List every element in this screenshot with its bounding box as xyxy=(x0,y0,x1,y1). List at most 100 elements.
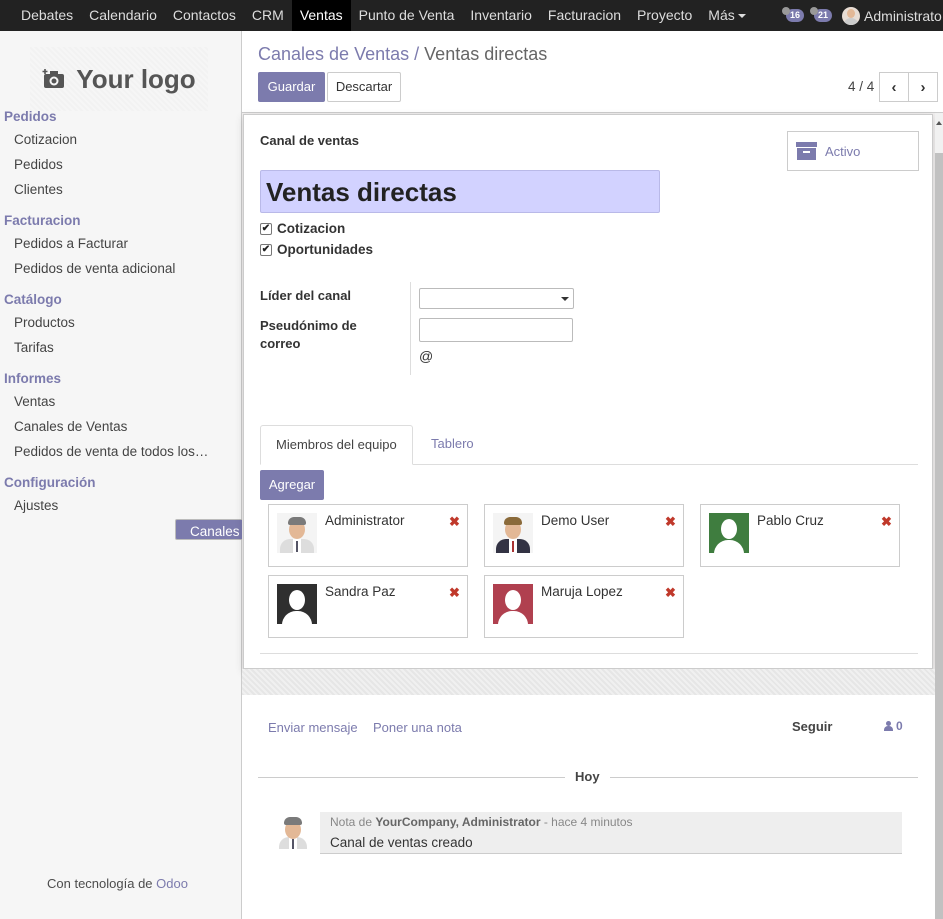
opportunities-checkbox[interactable]: ✔ Oportunidades xyxy=(260,242,373,257)
powered-prefix: Con tecnología de xyxy=(47,876,157,891)
scrollbar[interactable] xyxy=(935,113,943,919)
chevron-right-icon: › xyxy=(920,78,926,96)
field-separator xyxy=(410,282,411,375)
discard-button[interactable]: Descartar xyxy=(327,72,401,102)
chevron-down-icon xyxy=(737,13,746,18)
messages-systray[interactable]: 16 xyxy=(782,7,805,22)
camera-icon xyxy=(42,69,65,88)
sidebar-item-canales-report[interactable]: Canales de Ventas xyxy=(0,415,241,439)
sidebar: Your logo Pedidos Cotizacion Pedidos Cli… xyxy=(0,31,330,919)
sidebar-item-ajustes[interactable]: Ajustes xyxy=(0,494,241,518)
alias-input[interactable] xyxy=(419,318,573,342)
menu-ventas[interactable]: Ventas xyxy=(291,0,351,31)
member-name: Demo User xyxy=(541,513,610,528)
member-name: Maruja Lopez xyxy=(541,584,623,599)
sidebar-section-informes: Informes xyxy=(4,371,62,386)
sidebar-item-pedidos[interactable]: Pedidos xyxy=(0,153,241,177)
quotation-label: Cotizacion xyxy=(277,221,346,236)
member-name: Pablo Cruz xyxy=(757,513,824,528)
member-avatar xyxy=(277,513,317,553)
scrollbar-thumb[interactable] xyxy=(935,153,943,919)
checkmark-icon: ✔ xyxy=(260,222,272,235)
menu-inventario[interactable]: Inventario xyxy=(462,0,539,31)
member-card[interactable]: Sandra Paz ✖ xyxy=(268,575,468,638)
message-prefix: Nota de xyxy=(330,815,376,829)
scroll-up-icon[interactable] xyxy=(936,121,942,125)
member-avatar xyxy=(709,513,749,553)
sidebar-section-catalogo: Catálogo xyxy=(4,292,62,307)
tab-dashboard[interactable]: Tablero xyxy=(416,425,489,465)
remove-icon[interactable]: ✖ xyxy=(665,514,676,530)
remove-icon[interactable]: ✖ xyxy=(449,585,460,601)
systray: 16 21 Administrato xyxy=(782,0,942,31)
odoo-link[interactable]: Odoo xyxy=(156,876,188,891)
chevron-down-icon xyxy=(561,297,569,301)
sidebar-item-clientes[interactable]: Clientes xyxy=(0,178,241,202)
menu-calendario[interactable]: Calendario xyxy=(81,0,165,31)
chat-icon xyxy=(810,7,819,15)
active-toggle-button[interactable]: Activo xyxy=(787,131,919,171)
menu-proyecto[interactable]: Proyecto xyxy=(629,0,700,31)
sidebar-section-facturacion: Facturacion xyxy=(4,213,81,228)
bell-icon xyxy=(782,7,790,15)
menu-contactos[interactable]: Contactos xyxy=(165,0,244,31)
date-separator-label: Hoy xyxy=(565,769,610,784)
form-view: Canal de ventas Activo Ventas directas ✔… xyxy=(242,113,943,919)
alias-at-sign: @ xyxy=(419,348,434,364)
follow-button[interactable]: Seguir xyxy=(792,719,832,734)
powered-by: Con tecnología de Odoo xyxy=(47,876,188,891)
sidebar-item-productos[interactable]: Productos xyxy=(0,311,241,335)
pager-previous-button[interactable]: ‹ xyxy=(879,72,909,102)
top-navbar: Debates Calendario Contactos CRM Ventas … xyxy=(0,0,943,31)
followers-count: 0 xyxy=(896,719,903,733)
chat-systray[interactable]: 21 xyxy=(810,7,833,22)
sidebar-item-pedidos-a-facturar[interactable]: Pedidos a Facturar xyxy=(0,232,241,256)
name-field[interactable]: Ventas directas xyxy=(260,170,660,213)
add-member-button[interactable]: Agregar xyxy=(260,470,324,500)
alias-label-line2: correo xyxy=(260,336,301,351)
sidebar-section-pedidos: Pedidos xyxy=(4,109,57,124)
user-name: Administrato xyxy=(864,7,942,24)
member-card[interactable]: Maruja Lopez ✖ xyxy=(484,575,684,638)
sidebar-item-cotizacion[interactable]: Cotizacion xyxy=(0,128,241,152)
sidebar-item-pedidos-todos[interactable]: Pedidos de venta de todos los… xyxy=(0,440,241,464)
company-logo[interactable]: Your logo xyxy=(30,47,208,111)
user-menu[interactable]: Administrato xyxy=(842,6,942,25)
breadcrumb-separator: / xyxy=(414,44,420,64)
pager-next-button[interactable]: › xyxy=(908,72,938,102)
member-card[interactable]: Demo User ✖ xyxy=(484,504,684,567)
active-label: Activo xyxy=(825,143,861,159)
menu-debates[interactable]: Debates xyxy=(13,0,81,31)
menu-crm[interactable]: CRM xyxy=(244,0,292,31)
archive-icon xyxy=(796,142,817,160)
sidebar-item-pedidos-venta-adicional[interactable]: Pedidos de venta adicional xyxy=(0,257,241,281)
member-avatar xyxy=(277,584,317,624)
member-card[interactable]: Pablo Cruz ✖ xyxy=(700,504,900,567)
leader-select[interactable] xyxy=(419,288,574,309)
send-message-link[interactable]: Enviar mensaje xyxy=(268,720,358,735)
remove-icon[interactable]: ✖ xyxy=(449,514,460,530)
opportunities-label: Oportunidades xyxy=(277,242,374,257)
remove-icon[interactable]: ✖ xyxy=(881,514,892,530)
member-card[interactable]: Administrator ✖ xyxy=(268,504,468,567)
followers-button[interactable]: 0 xyxy=(884,719,903,733)
remove-icon[interactable]: ✖ xyxy=(665,585,676,601)
leader-label: Líder del canal xyxy=(260,288,352,303)
breadcrumb-parent[interactable]: Canales de Ventas xyxy=(258,44,409,64)
tab-members[interactable]: Miembros del equipo xyxy=(260,425,413,465)
quotation-checkbox[interactable]: ✔ Cotizacion xyxy=(260,221,345,236)
log-note-link[interactable]: Poner una nota xyxy=(373,720,462,735)
sidebar-item-ventas[interactable]: Ventas xyxy=(0,390,241,414)
sidebar-section-configuracion: Configuración xyxy=(4,475,96,490)
message-author-avatar xyxy=(278,813,308,849)
menu-more[interactable]: Más xyxy=(700,0,753,31)
member-avatar xyxy=(493,584,533,624)
message-time: - hace 4 minutos xyxy=(540,815,633,829)
save-button[interactable]: Guardar xyxy=(258,72,325,102)
message-author[interactable]: YourCompany, Administrator xyxy=(375,815,540,829)
user-avatar xyxy=(842,6,861,25)
sidebar-item-tarifas[interactable]: Tarifas xyxy=(0,336,241,360)
menu-facturacion[interactable]: Facturacion xyxy=(540,0,629,31)
pager-value: 4 / 4 xyxy=(848,79,875,94)
menu-punto-de-venta[interactable]: Punto de Venta xyxy=(351,0,463,31)
